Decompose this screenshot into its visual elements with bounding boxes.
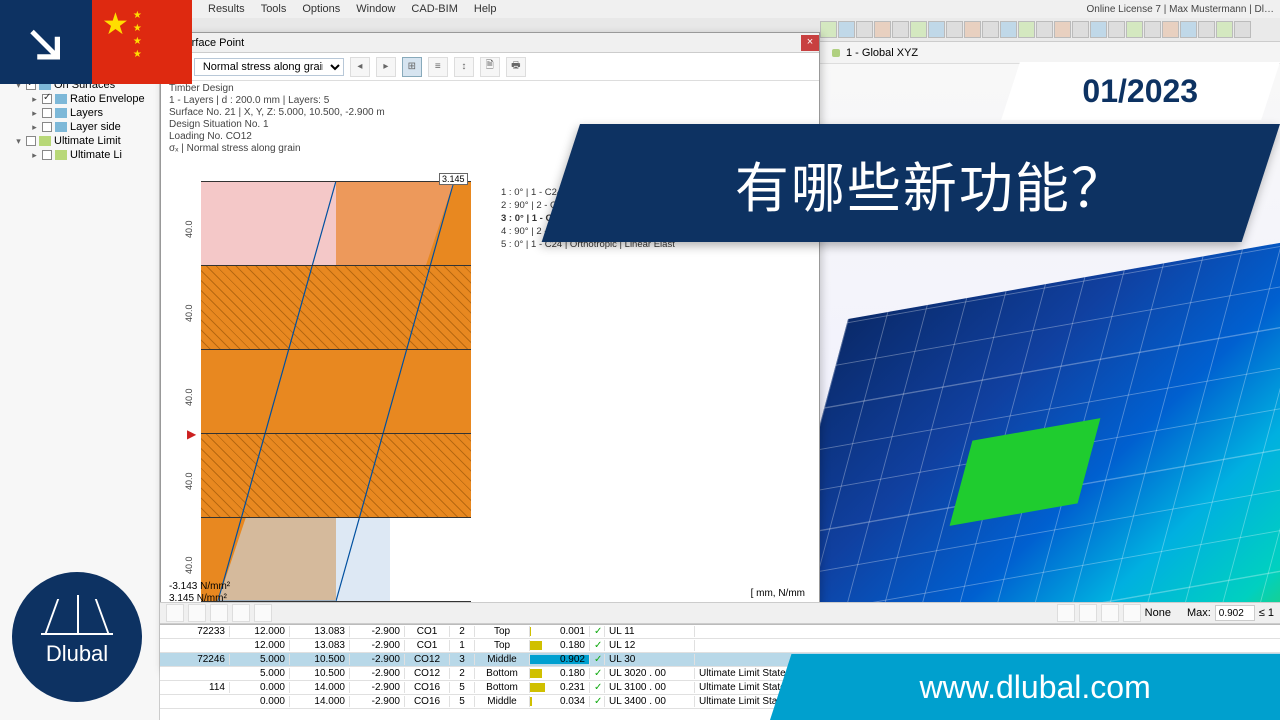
dialog-toolbar: σₓ Normal stress along grain ◂ ▸ ⊞ ≡ ↕ 🗎… — [161, 53, 819, 81]
tool-icon[interactable] — [1000, 21, 1017, 38]
tool-icon[interactable] — [1126, 21, 1143, 38]
view-active-icon — [832, 49, 840, 57]
stress-max-value: 3.145 — [439, 173, 468, 185]
tool-icon[interactable] — [1198, 21, 1215, 38]
result-tool-icon[interactable] — [1079, 604, 1097, 622]
tree-item[interactable]: ▾Ultimate Limit — [2, 134, 157, 148]
menubar: Results Tools Options Window CAD-BIM Hel… — [0, 0, 1280, 18]
diagram-mode-icon[interactable]: ⊞ — [402, 57, 422, 77]
result-tool-icon[interactable] — [232, 604, 250, 622]
max-label: Max: — [1187, 607, 1211, 619]
tool-icon[interactable] — [874, 21, 891, 38]
view-tabbar: 1 - Global XYZ — [820, 42, 1280, 64]
print-icon[interactable]: 🖶 — [506, 57, 526, 77]
menu-tools[interactable]: Tools — [253, 3, 295, 15]
tool-icon[interactable] — [1144, 21, 1161, 38]
max-value-input[interactable] — [1215, 605, 1255, 621]
main-toolbar — [820, 18, 1280, 42]
tool-icon[interactable] — [1162, 21, 1179, 38]
menu-cadbim[interactable]: CAD-BIM — [403, 3, 465, 15]
result-tool-icon[interactable] — [188, 604, 206, 622]
table-row[interactable]: 12.00013.083-2.900CO11Top0.180✓UL 12 — [160, 639, 1280, 653]
stress-type-select[interactable]: Normal stress along grain — [194, 58, 344, 76]
tool-icon[interactable] — [1018, 21, 1035, 38]
menu-options[interactable]: Options — [294, 3, 348, 15]
sort-icon[interactable]: ↕ — [454, 57, 474, 77]
tool-icon[interactable] — [838, 21, 855, 38]
tree-item[interactable]: ▸Layer side — [2, 120, 157, 134]
units-label: [ mm, N/mm — [751, 588, 805, 599]
tool-icon[interactable] — [820, 21, 837, 38]
tree-item[interactable]: ▸Ratio Envelope — [2, 92, 157, 106]
view-name[interactable]: 1 - Global XYZ — [846, 47, 918, 59]
tool-icon[interactable] — [1216, 21, 1233, 38]
tool-icon[interactable] — [892, 21, 909, 38]
tool-icon[interactable] — [1180, 21, 1197, 38]
result-tool-icon[interactable] — [210, 604, 228, 622]
result-tool-icon[interactable] — [1123, 604, 1141, 622]
current-layer-marker: ▶ — [187, 427, 196, 441]
nav-next-icon[interactable]: ▸ — [376, 57, 396, 77]
limit-label: ≤ 1 — [1259, 607, 1274, 619]
tool-icon[interactable] — [1108, 21, 1125, 38]
tool-icon[interactable] — [1072, 21, 1089, 38]
arrow-down-right-icon — [25, 21, 67, 63]
dialog-titlebar[interactable]: n Surface Point × — [161, 33, 819, 53]
promo-arrow-badge — [0, 0, 92, 84]
result-toolbar: None Max: ≤ 1 — [160, 602, 1280, 624]
promo-flag-cn: ★ ★★★★ — [92, 0, 192, 84]
tool-icon[interactable] — [1234, 21, 1251, 38]
result-tool-icon[interactable] — [166, 604, 184, 622]
tool-icon[interactable] — [964, 21, 981, 38]
result-tool-icon[interactable] — [1101, 604, 1119, 622]
result-tool-icon[interactable] — [1057, 604, 1075, 622]
tool-icon[interactable] — [1036, 21, 1053, 38]
bridge-icon — [41, 607, 113, 635]
stress-diagram: 40.0 40.0 40.0 40.0 40.0 3.145 -3.143 ▶ — [201, 181, 471, 601]
menu-results[interactable]: Results — [200, 3, 253, 15]
nav-prev-icon[interactable]: ◂ — [350, 57, 370, 77]
star-icon: ★ — [102, 10, 129, 40]
promo-date-badge: 01/2023 — [1001, 62, 1280, 120]
promo-title-banner: 有哪些新功能？ — [542, 124, 1280, 242]
tool-icon[interactable] — [910, 21, 927, 38]
table-row[interactable]: 7223312.00013.083-2.900CO12Top0.001✓UL 1… — [160, 625, 1280, 639]
dialog-close-button[interactable]: × — [801, 35, 819, 51]
tool-icon[interactable] — [982, 21, 999, 38]
view-options-icon[interactable]: ≡ — [428, 57, 448, 77]
promo-logo: Dlubal — [12, 572, 142, 702]
tree-item[interactable]: ▸Layers — [2, 106, 157, 120]
menu-window[interactable]: Window — [348, 3, 403, 15]
promo-url-banner: www.dlubal.com — [770, 654, 1280, 720]
result-tool-icon[interactable] — [254, 604, 272, 622]
export-icon[interactable]: 🗎 — [480, 57, 500, 77]
tool-icon[interactable] — [856, 21, 873, 38]
tool-icon[interactable] — [946, 21, 963, 38]
design-info: Timber Design 1 - Layers | d : 200.0 mm … — [169, 83, 385, 155]
filter-none[interactable]: None — [1145, 607, 1171, 619]
license-info: Online License 7 | Max Mustermann | Dl… — [1087, 4, 1280, 15]
tree-item[interactable]: ▸Ultimate Li — [2, 148, 157, 162]
tool-icon[interactable] — [928, 21, 945, 38]
result-mesh — [820, 207, 1280, 602]
tool-icon[interactable] — [1090, 21, 1107, 38]
menu-help[interactable]: Help — [466, 3, 505, 15]
tool-icon[interactable] — [1054, 21, 1071, 38]
